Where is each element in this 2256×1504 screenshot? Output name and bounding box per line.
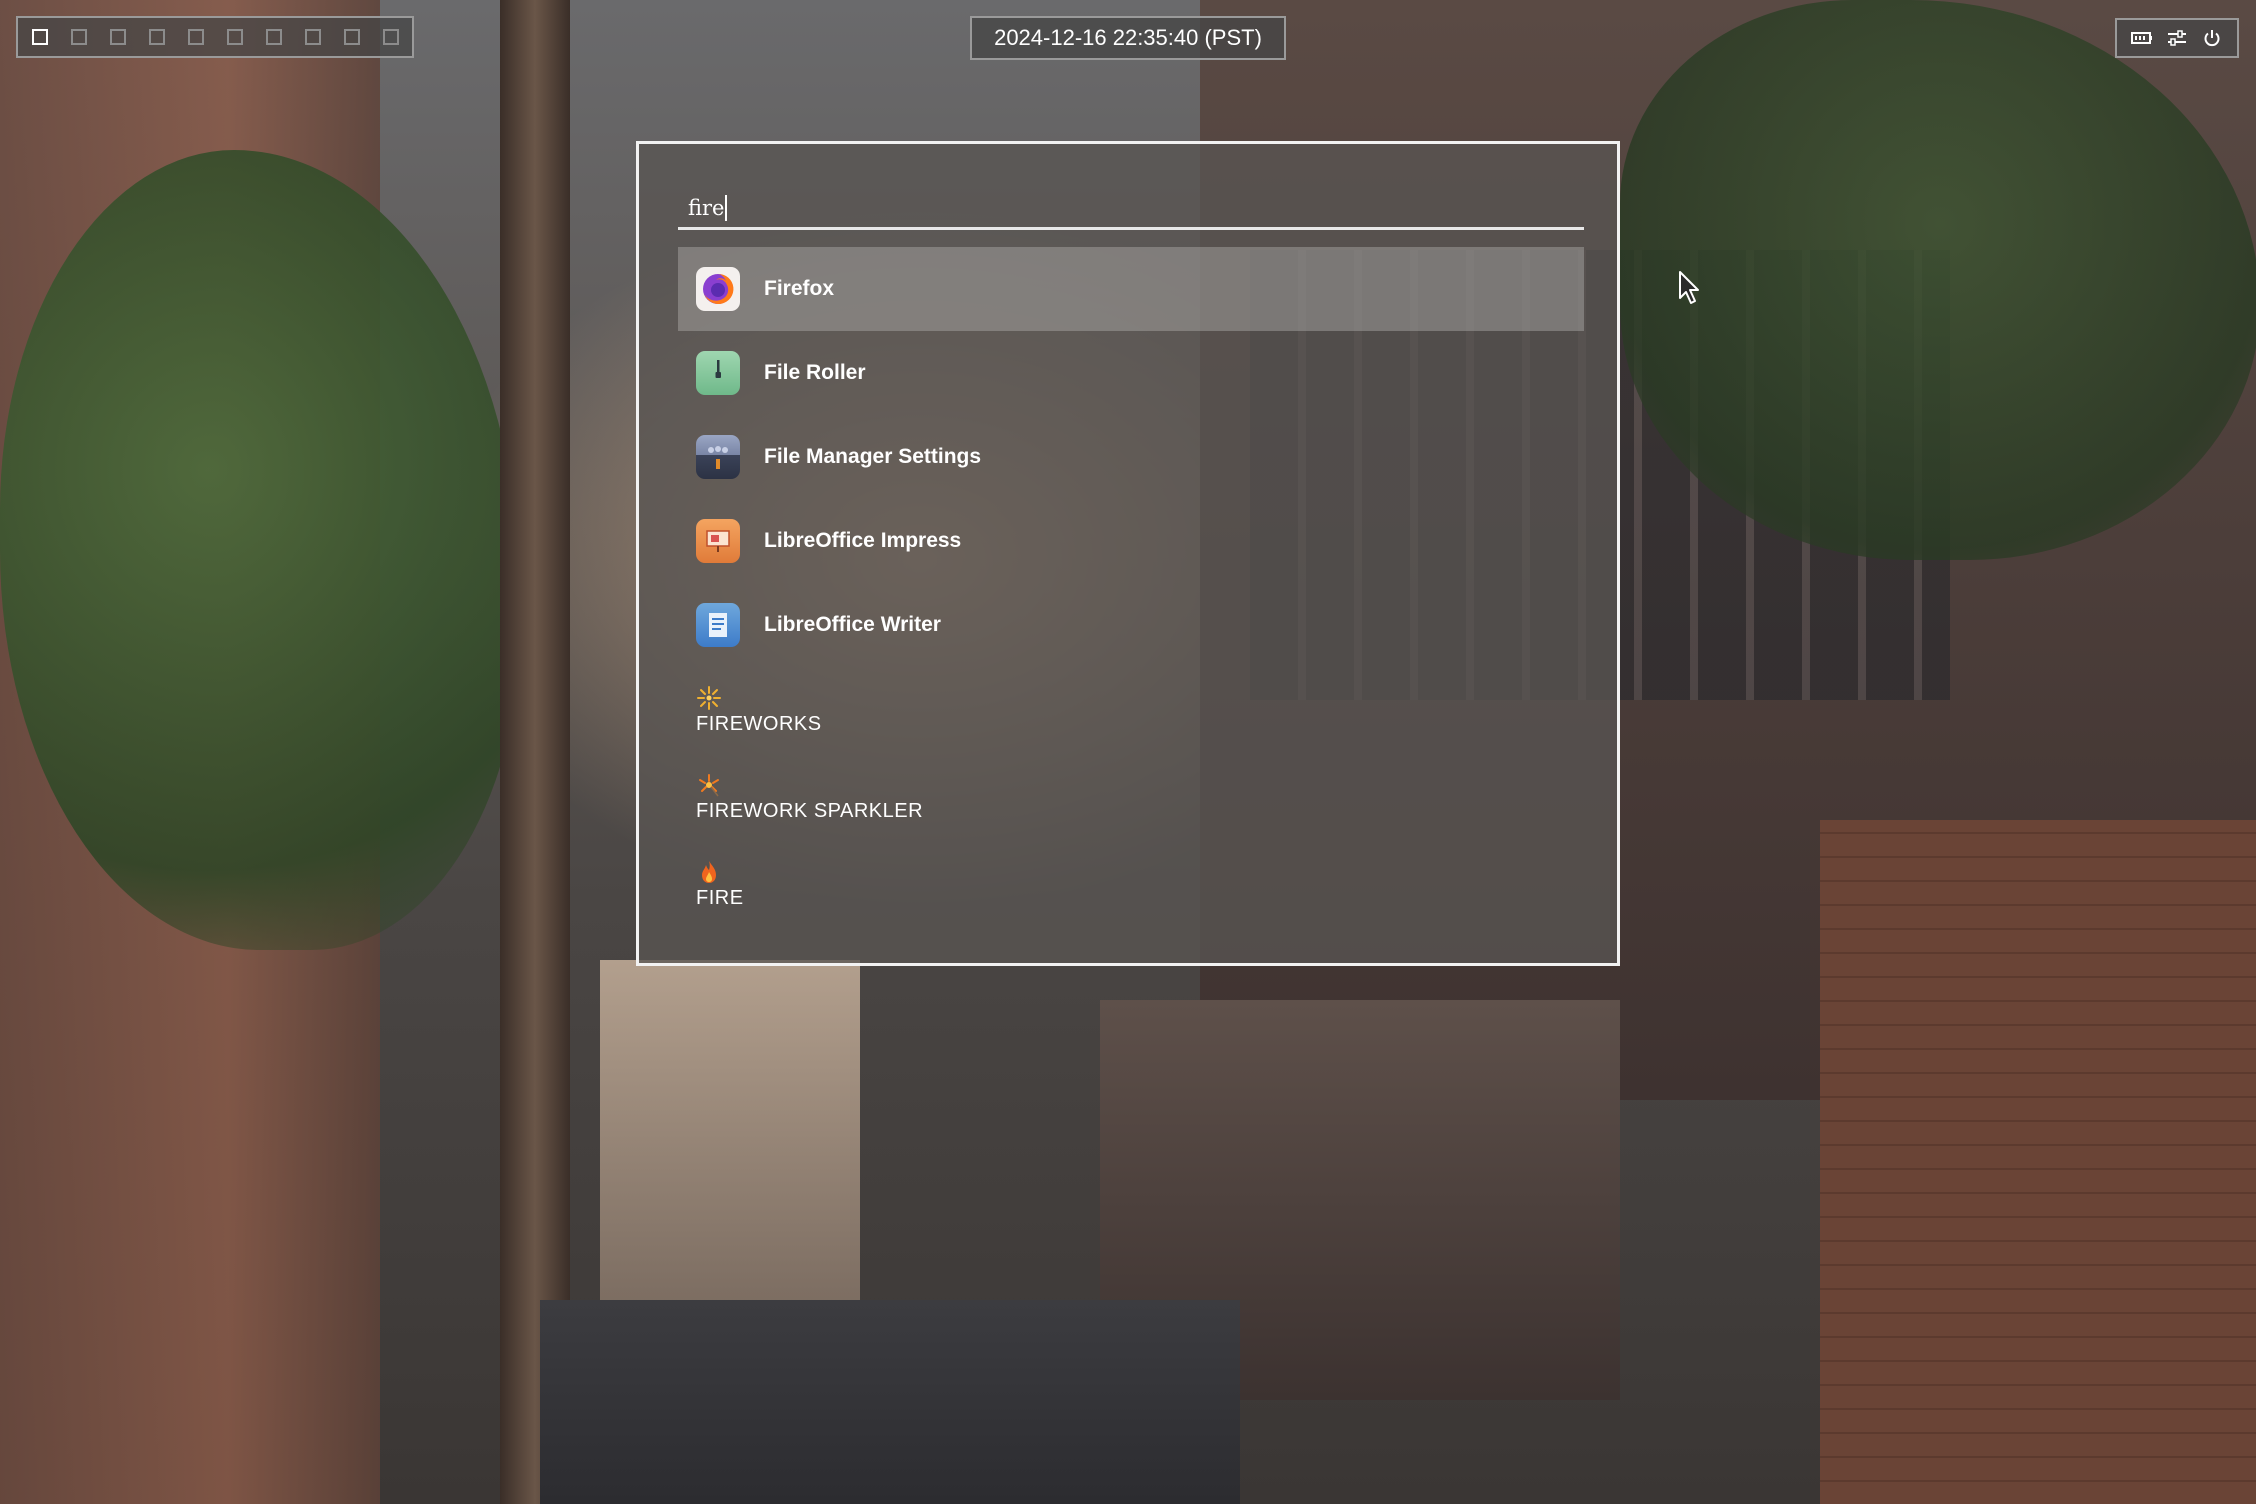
result-label: FIREWORKS xyxy=(696,713,822,735)
workspace-7-button[interactable] xyxy=(266,29,282,45)
wallpaper-brick-wall xyxy=(1820,820,2256,1504)
workspace-2-button[interactable] xyxy=(71,29,87,45)
results-list: Firefox File Roller File Manager Setting… xyxy=(678,247,1584,928)
mouse-cursor-icon xyxy=(1678,270,1702,306)
system-tray xyxy=(2115,18,2239,58)
firework-sparkler-icon xyxy=(696,772,722,798)
result-label: FIRE xyxy=(696,887,744,909)
text-caret xyxy=(725,194,728,221)
result-emoji-fire[interactable]: FIRE xyxy=(678,841,1584,928)
libreoffice-writer-icon xyxy=(696,603,740,647)
result-libreoffice-impress[interactable]: LibreOffice Impress xyxy=(678,499,1584,583)
battery-icon[interactable] xyxy=(2130,26,2154,50)
libreoffice-impress-icon xyxy=(696,519,740,563)
result-label: LibreOffice Writer xyxy=(764,613,941,636)
workspace-10-button[interactable] xyxy=(383,29,399,45)
result-file-roller[interactable]: File Roller xyxy=(678,331,1584,415)
clock[interactable]: 2024-12-16 22:35:40 (PST) xyxy=(970,16,1286,60)
result-emoji-firework-sparkler[interactable]: FIREWORK SPARKLER xyxy=(678,754,1584,841)
fireworks-icon xyxy=(696,685,722,711)
wallpaper-distant-building xyxy=(600,960,860,1300)
result-file-manager-settings[interactable]: File Manager Settings xyxy=(678,415,1584,499)
result-firefox[interactable]: Firefox xyxy=(678,247,1584,331)
workspace-9-button[interactable] xyxy=(344,29,360,45)
wallpaper-road xyxy=(540,1300,1240,1504)
wallpaper-tree-left xyxy=(0,150,520,950)
file-roller-icon xyxy=(696,351,740,395)
wallpaper-utility-pole xyxy=(500,0,570,1504)
app-launcher: fire Firefox File Roller File Manager Se… xyxy=(636,141,1620,966)
workspace-1-button[interactable] xyxy=(32,29,48,45)
result-label: File Manager Settings xyxy=(764,445,982,468)
result-emoji-fireworks[interactable]: FIREWORKS xyxy=(678,667,1584,754)
search-input[interactable]: fire xyxy=(678,188,1584,230)
search-query: fire xyxy=(688,195,725,220)
workspace-3-button[interactable] xyxy=(110,29,126,45)
result-label: FIREWORK SPARKLER xyxy=(696,800,924,822)
workspace-switcher xyxy=(16,16,414,58)
result-label: Firefox xyxy=(764,277,835,300)
result-label: LibreOffice Impress xyxy=(764,529,962,552)
workspace-6-button[interactable] xyxy=(227,29,243,45)
workspace-8-button[interactable] xyxy=(305,29,321,45)
power-icon[interactable] xyxy=(2200,26,2224,50)
clock-text: 2024-12-16 22:35:40 (PST) xyxy=(994,25,1262,50)
workspace-4-button[interactable] xyxy=(149,29,165,45)
result-libreoffice-writer[interactable]: LibreOffice Writer xyxy=(678,583,1584,667)
result-label: File Roller xyxy=(764,361,866,384)
file-manager-settings-icon xyxy=(696,435,740,479)
fire-icon xyxy=(696,859,722,885)
firefox-icon xyxy=(696,267,740,311)
settings-sliders-icon[interactable] xyxy=(2165,26,2189,50)
workspace-5-button[interactable] xyxy=(188,29,204,45)
